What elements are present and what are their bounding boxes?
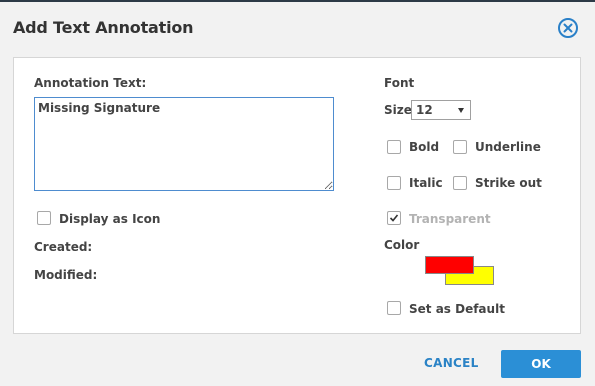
transparent-label: Transparent <box>409 212 491 226</box>
dialog-title: Add Text Annotation <box>13 18 194 37</box>
cancel-button[interactable]: CANCEL <box>424 356 479 370</box>
add-text-annotation-dialog: Add Text Annotation Annotation Text: Mis… <box>0 0 595 386</box>
display-as-icon-checkbox[interactable] <box>37 211 51 225</box>
strikeout-checkbox[interactable] <box>453 176 467 190</box>
foreground-color-swatch[interactable] <box>425 256 474 274</box>
annotation-form-panel: Annotation Text: Missing Signature Displ… <box>13 57 581 334</box>
display-as-icon-label: Display as Icon <box>59 212 161 226</box>
color-label: Color <box>384 238 420 252</box>
window-top-border <box>0 0 595 2</box>
size-label: Size <box>384 103 412 117</box>
ok-button[interactable]: OK <box>501 350 581 378</box>
transparent-checkbox[interactable] <box>387 211 401 225</box>
close-button[interactable] <box>558 18 578 38</box>
font-size-value: 12 <box>416 103 433 117</box>
italic-checkbox[interactable] <box>387 176 401 190</box>
created-label: Created: <box>34 240 93 254</box>
bold-checkbox[interactable] <box>387 140 401 154</box>
bold-label: Bold <box>409 140 440 154</box>
strikeout-label: Strike out <box>475 176 542 190</box>
modified-label: Modified: <box>34 268 98 282</box>
dropdown-arrow-icon <box>458 108 464 113</box>
font-label: Font <box>384 76 415 90</box>
annotation-text-input[interactable]: Missing Signature <box>34 97 334 191</box>
annotation-text-label: Annotation Text: <box>34 76 147 90</box>
set-as-default-checkbox[interactable] <box>387 301 401 315</box>
italic-label: Italic <box>409 176 443 190</box>
underline-checkbox[interactable] <box>453 140 467 154</box>
underline-label: Underline <box>475 140 541 154</box>
font-size-select[interactable]: 12 <box>411 100 471 120</box>
set-as-default-label: Set as Default <box>409 302 505 316</box>
close-icon <box>563 23 573 33</box>
